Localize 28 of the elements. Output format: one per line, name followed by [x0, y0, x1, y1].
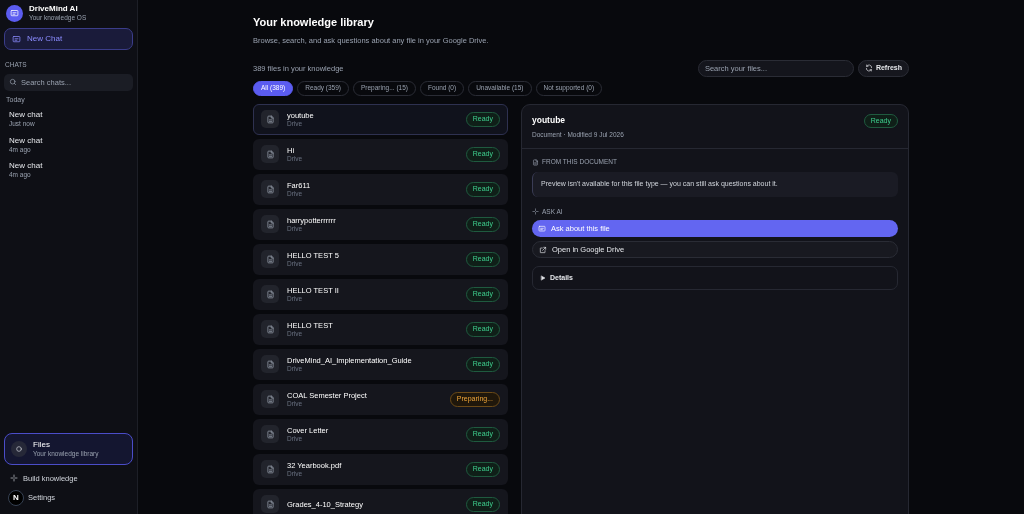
triangle-icon: [540, 275, 546, 282]
document-icon: [265, 324, 275, 334]
external-link-icon: [539, 245, 547, 254]
sparkle-icon: [532, 207, 539, 215]
document-icon: [265, 219, 275, 229]
document-icon: [265, 464, 275, 474]
document-icon: [265, 359, 275, 369]
chat-icon: [538, 224, 546, 233]
new-chat-button[interactable]: New Chat: [4, 28, 133, 51]
document-icon: [265, 394, 275, 404]
chat-icon: [10, 8, 19, 18]
detail-title: youtube: [532, 113, 567, 127]
document-icon: [265, 184, 275, 194]
document-icon: [265, 429, 275, 439]
chat-icon: [12, 34, 21, 44]
document-icon: [265, 499, 275, 509]
document-icon: [265, 149, 275, 159]
document-icon: [532, 158, 539, 166]
page-title: Your knowledge library: [253, 15, 375, 30]
document-icon: [265, 114, 275, 124]
document-icon: [265, 254, 275, 264]
sparkle-icon: [10, 474, 18, 483]
app-name: DriveMind AI: [29, 4, 79, 14]
nav-title: Files: [33, 439, 51, 450]
search-icon: [9, 78, 17, 87]
refresh-icon: [864, 64, 873, 73]
dev-badge[interactable]: N: [8, 490, 24, 506]
document-icon: [265, 289, 275, 299]
